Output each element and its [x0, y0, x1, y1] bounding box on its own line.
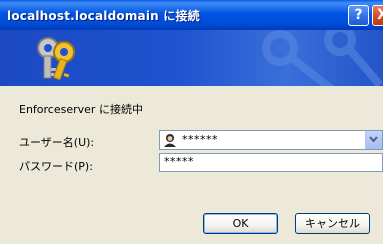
- password-field[interactable]: *****: [159, 153, 383, 172]
- close-button[interactable]: X: [372, 5, 383, 26]
- help-button[interactable]: ?: [348, 5, 369, 26]
- username-value: ******: [182, 133, 218, 146]
- ok-button[interactable]: OK: [203, 213, 278, 234]
- keys-watermark-icon: [262, 30, 383, 86]
- password-value: *****: [164, 155, 194, 168]
- password-label: パスワード(P):: [19, 160, 93, 173]
- dialog-body: Enforceserver に接続中 ユーザー名(U): ****** パスワー…: [4, 86, 383, 244]
- window-title: localhost.localdomain に接続: [7, 9, 200, 23]
- dropdown-button[interactable]: [365, 131, 382, 149]
- username-label: ユーザー名(U):: [19, 136, 95, 149]
- header-banner: [0, 30, 383, 86]
- chevron-down-icon: [369, 136, 378, 143]
- keys-icon: [37, 37, 75, 81]
- login-dialog: localhost.localdomain に接続 ? X Enforceser…: [0, 0, 383, 244]
- cancel-button[interactable]: キャンセル: [295, 213, 370, 234]
- connecting-message: Enforceserver に接続中: [19, 103, 143, 116]
- user-icon: [164, 134, 176, 147]
- title-bar[interactable]: localhost.localdomain に接続 ? X: [0, 0, 383, 30]
- username-combobox[interactable]: ******: [159, 130, 383, 150]
